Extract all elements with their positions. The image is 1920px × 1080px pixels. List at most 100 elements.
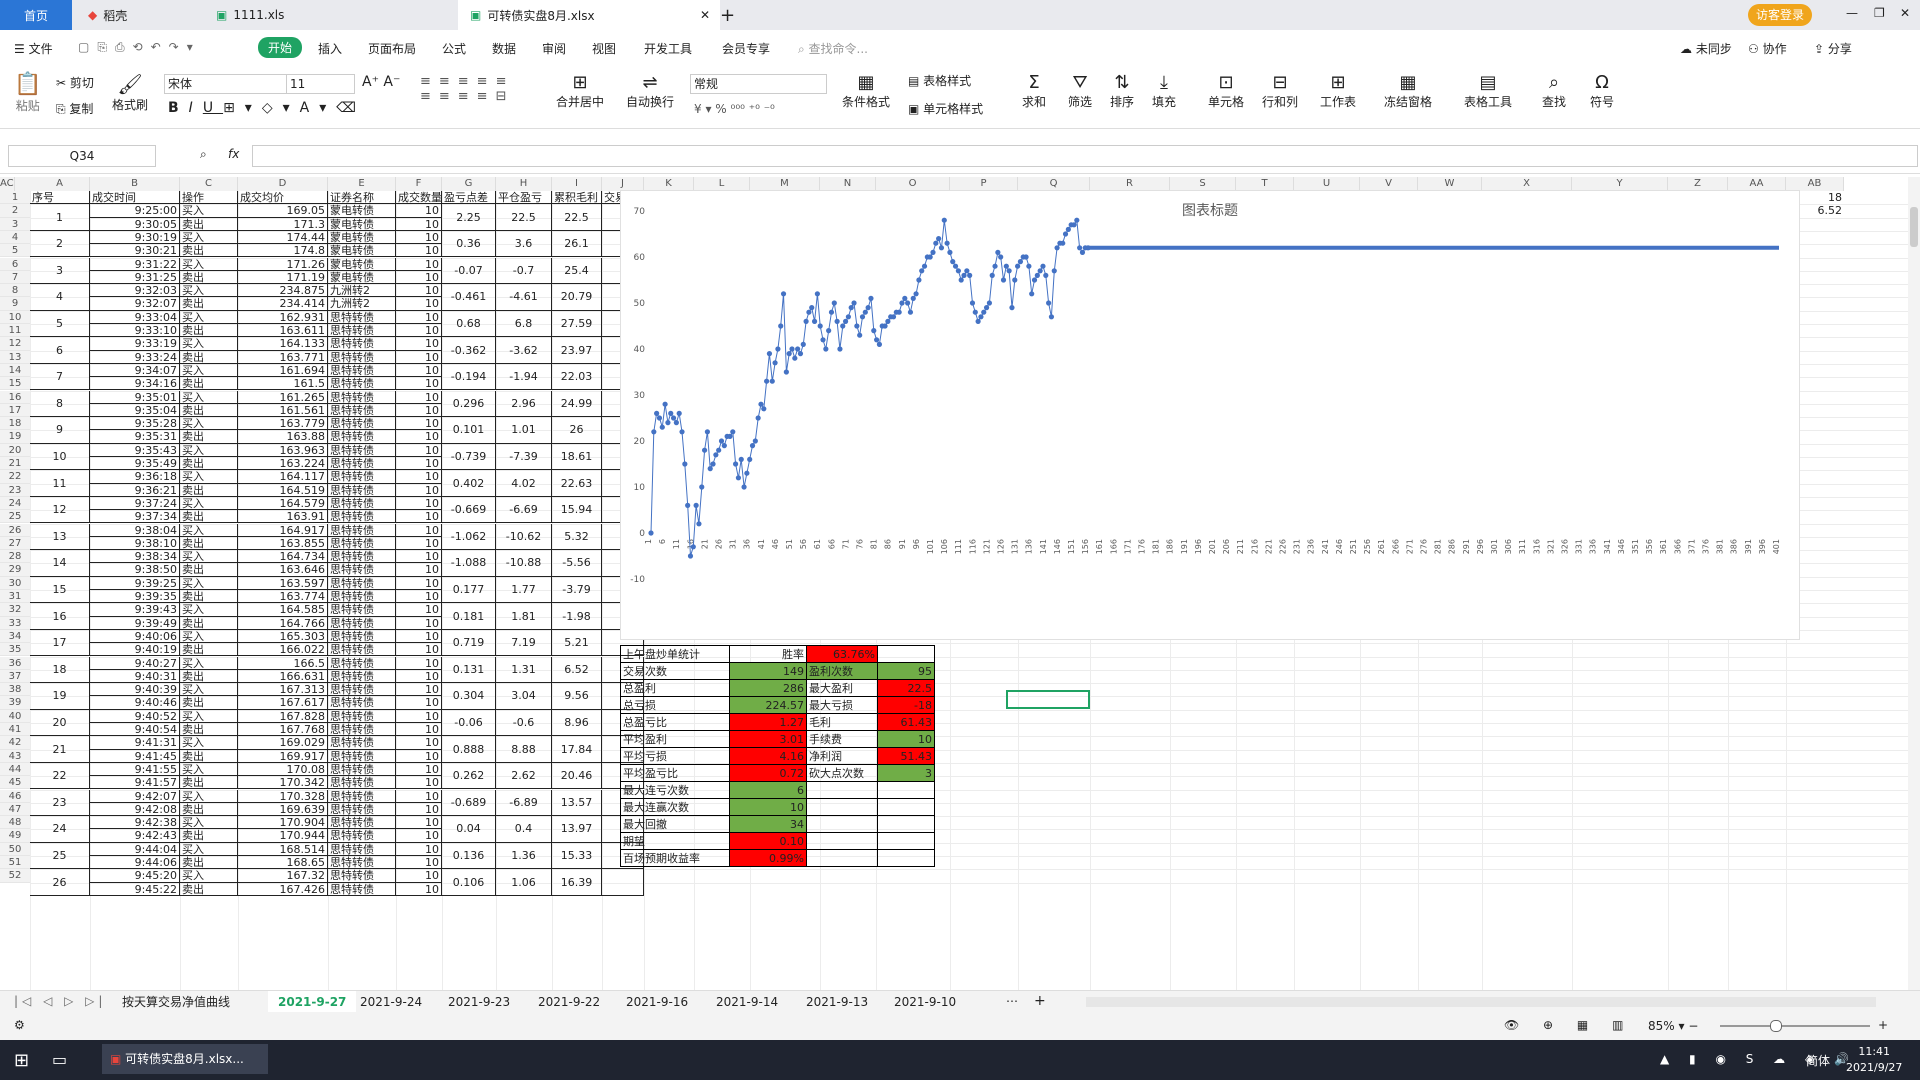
cum-profit-cell[interactable]: 25.4 [552,257,602,285]
row-header[interactable]: 35 [0,643,30,657]
menu-data[interactable]: 数据 [492,40,516,57]
close-pnl-cell[interactable]: -0.6 [496,709,552,737]
stats-cell[interactable] [806,781,878,799]
qty-cell[interactable]: 10 [396,337,442,351]
quick-access-icons[interactable]: ▢⎘⎙⟲↶↷▾ [78,40,201,55]
time-cell[interactable]: 9:31:25 [90,270,180,285]
paste-button[interactable]: 📋 粘贴 [14,72,41,114]
action-cell[interactable]: 买入 [180,363,238,378]
stats-cell[interactable]: 最大连亏次数 [620,781,730,799]
qty-cell[interactable]: 10 [396,576,442,590]
number-icons[interactable]: ¥ ▾ % ⁰⁰⁰ ⁺⁰ ⁻⁰ [694,102,775,116]
cum-profit-cell[interactable]: 16.39 [552,869,602,896]
security-cell[interactable]: 思特转债 [328,683,396,697]
time-cell[interactable]: 9:40:46 [90,696,180,710]
action-cell[interactable]: 买入 [180,337,238,351]
column-header[interactable]: H [496,177,552,191]
qty-cell[interactable]: 10 [396,656,442,670]
close-pnl-cell[interactable]: -10.62 [496,523,552,551]
time-cell[interactable]: 9:37:24 [90,496,180,511]
cum-profit-cell[interactable]: -1.98 [552,603,602,630]
seq-cell[interactable]: 19 [30,683,90,710]
stats-cell[interactable]: 上午盘炒单统计 [620,645,730,663]
cum-profit-cell[interactable]: 13.57 [552,789,602,817]
security-cell[interactable]: 思特转债 [328,656,396,670]
add-sheet-icon[interactable]: + [1034,993,1046,1009]
qty-cell[interactable]: 10 [396,590,442,604]
sheet-tab[interactable]: 2021-9-13 [796,991,878,1013]
row-header[interactable]: 10 [0,310,30,324]
row-header[interactable]: 19 [0,430,30,444]
stats-cell[interactable]: 最大亏损 [806,696,878,714]
action-cell[interactable]: 买入 [180,204,238,218]
price-cell[interactable]: 163.91 [238,510,328,524]
row-header[interactable]: 13 [0,350,30,364]
stats-cell[interactable] [877,832,935,850]
table-style-button[interactable]: ▤ 表格样式 [908,72,971,89]
row-header[interactable]: 2 [0,204,30,218]
security-cell[interactable]: 九洲转2 [328,284,396,298]
price-cell[interactable]: 163.597 [238,576,328,590]
pnl-point-cell[interactable]: 0.402 [442,470,496,497]
stats-cell[interactable]: 51.43 [877,747,935,765]
freeze-button[interactable]: ▦ 冻结窗格 [1384,72,1432,110]
sort-button[interactable]: ⇅ 排序 [1110,72,1134,110]
table-tools-button[interactable]: ▤ 表格工具 [1464,72,1512,110]
seq-cell[interactable]: 24 [30,816,90,843]
time-cell[interactable]: 9:30:05 [90,217,180,231]
pnl-point-cell[interactable]: 0.262 [442,762,496,790]
qty-cell[interactable]: 10 [396,363,442,378]
close-pnl-cell[interactable]: 2.62 [496,762,552,790]
action-cell[interactable]: 买入 [180,496,238,511]
price-cell[interactable]: 169.05 [238,204,328,218]
stats-cell[interactable] [806,849,878,867]
price-cell[interactable]: 164.585 [238,603,328,617]
stats-cell[interactable]: 224.57 [729,696,807,714]
security-cell[interactable]: 思特转债 [328,324,396,338]
macro-icon[interactable]: ⚙ [14,1018,25,1032]
qty-cell[interactable]: 10 [396,536,442,551]
column-header[interactable]: X [1482,177,1572,191]
close-pnl-cell[interactable]: 3.6 [496,230,552,258]
security-cell[interactable]: 思特转债 [328,749,396,763]
pnl-point-cell[interactable]: 0.177 [442,576,496,604]
close-pnl-cell[interactable]: -1.94 [496,363,552,391]
pnl-point-cell[interactable]: 0.304 [442,683,496,710]
symbol-button[interactable]: Ω 符号 [1590,72,1614,110]
number-format-select[interactable]: 常规 [690,74,827,94]
stats-cell[interactable]: 毛利 [806,713,878,731]
zoom-thumb[interactable] [1770,1020,1782,1032]
qty-cell[interactable]: 10 [396,244,442,258]
security-cell[interactable]: 思特转债 [328,550,396,564]
security-cell[interactable]: 思特转债 [328,762,396,777]
tab-daoke[interactable]: ◆ 稻壳 [76,0,208,30]
price-cell[interactable]: 169.639 [238,802,328,817]
stats-cell[interactable]: 3.01 [729,730,807,748]
price-cell[interactable]: 170.342 [238,776,328,790]
stats-cell[interactable]: 22.5 [877,679,935,697]
seq-cell[interactable]: 15 [30,576,90,604]
price-cell[interactable]: 164.917 [238,523,328,537]
cum-profit-cell[interactable]: 24.99 [552,390,602,418]
qty-cell[interactable]: 10 [396,204,442,218]
price-cell[interactable]: 167.32 [238,869,328,883]
price-cell[interactable]: 166.631 [238,669,328,684]
worksheet-button[interactable]: ⊞ 工作表 [1320,72,1356,110]
price-cell[interactable]: 170.904 [238,816,328,830]
stats-cell[interactable]: 63.76% [806,645,878,663]
stats-cell[interactable] [877,815,935,833]
action-cell[interactable]: 卖出 [180,882,238,896]
close-pnl-cell[interactable]: -10.88 [496,550,552,577]
row-header[interactable]: 39 [0,696,30,710]
cum-profit-cell[interactable]: 26 [552,417,602,444]
seq-cell[interactable]: 17 [30,629,90,657]
cut-button[interactable]: ✂ 剪切 [56,74,94,91]
column-header[interactable]: N [820,177,876,191]
qty-cell[interactable]: 10 [396,696,442,710]
column-header[interactable]: I [552,177,602,191]
security-cell[interactable]: 思特转债 [328,643,396,657]
seq-cell[interactable]: 4 [30,284,90,311]
qty-cell[interactable]: 10 [396,842,442,856]
pnl-point-cell[interactable]: -1.088 [442,550,496,577]
price-cell[interactable]: 170.944 [238,829,328,843]
